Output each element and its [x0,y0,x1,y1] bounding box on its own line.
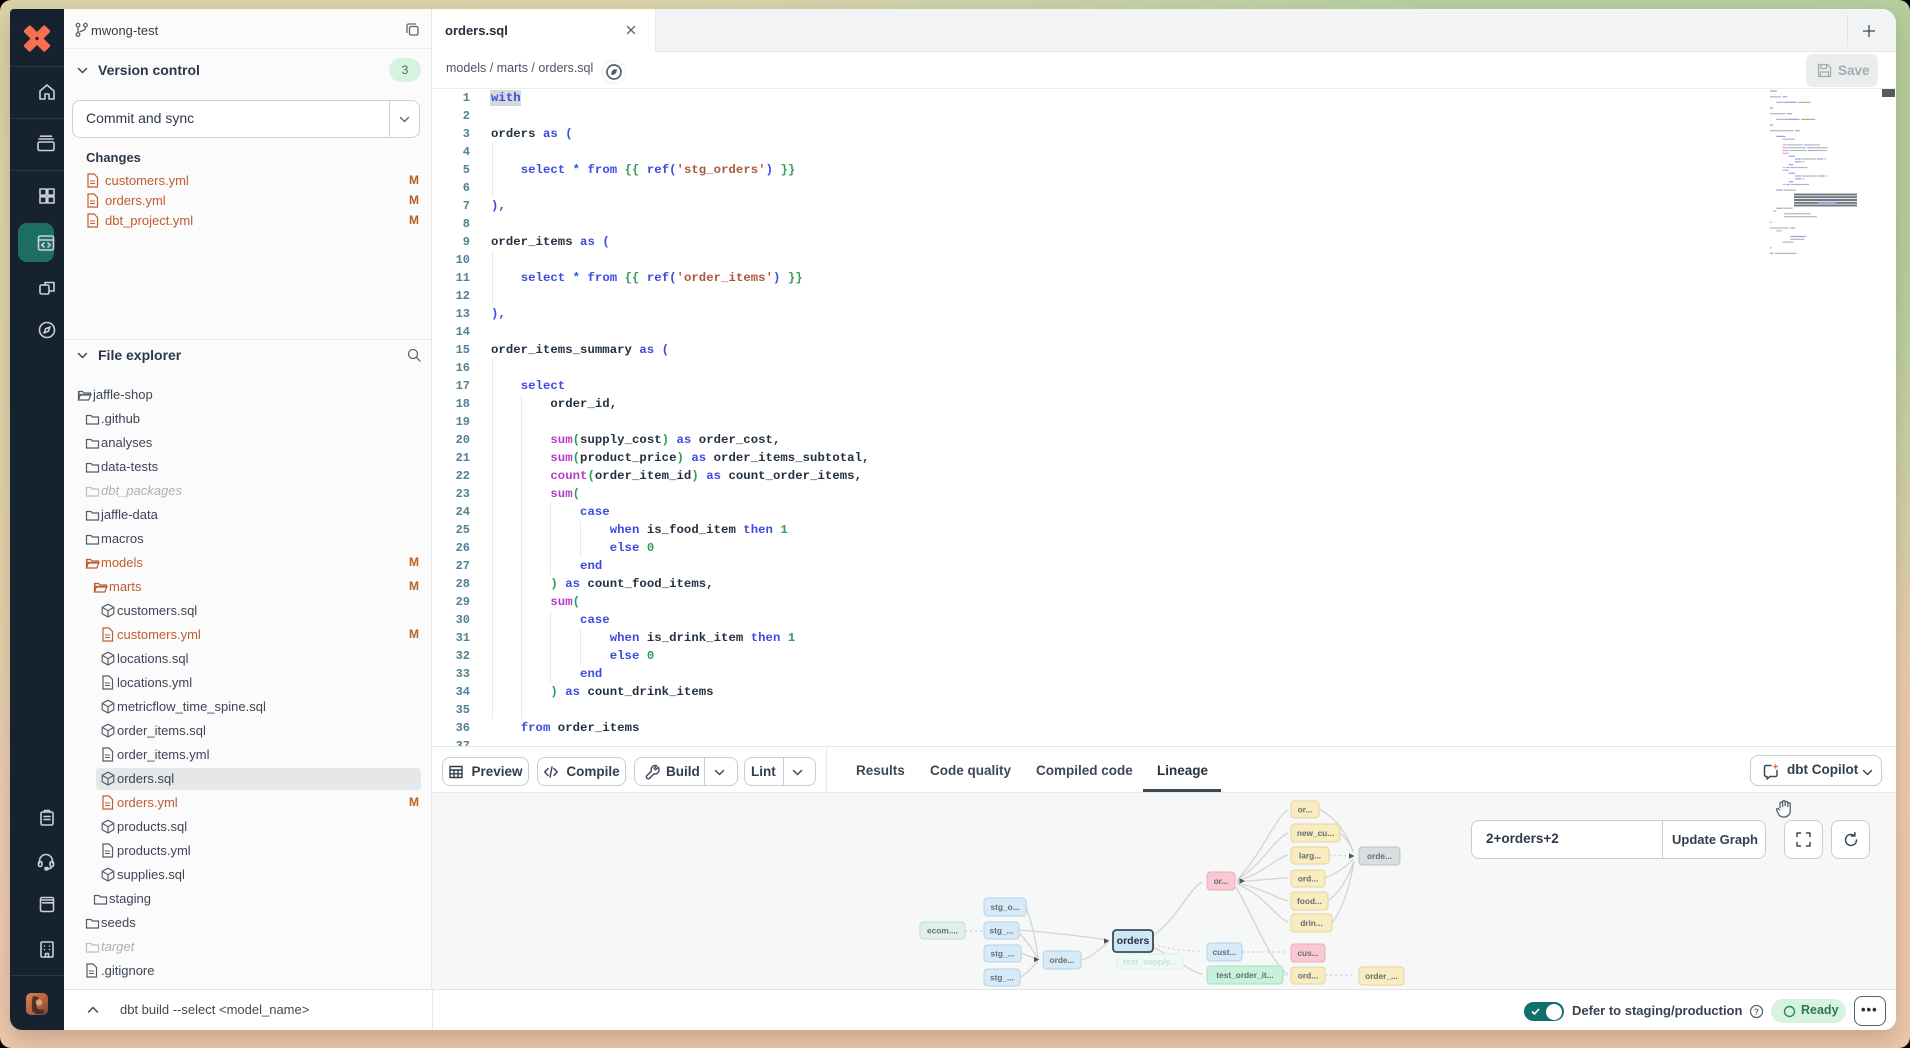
svg-text:order_...: order_... [1365,971,1398,981]
svg-text:stg_...: stg_... [991,949,1015,959]
svg-text:ecom....: ecom.... [927,926,958,936]
svg-text:new_cu...: new_cu... [1297,828,1334,838]
svg-text:stg_...: stg_... [990,973,1014,983]
svg-text:?: ? [1754,1006,1759,1016]
svg-text:or...: or... [1214,876,1229,886]
svg-text:cust...: cust... [1213,947,1237,957]
svg-text:orde...: orde... [1367,851,1392,861]
svg-text:test_supply...: test_supply... [1123,957,1177,967]
svg-text:drin...: drin... [1300,918,1323,928]
svg-text:orde...: orde... [1050,955,1075,965]
svg-text:orders: orders [1117,935,1150,947]
svg-text:food...: food... [1297,896,1322,906]
svg-text:test_order_it...: test_order_it... [1216,970,1273,980]
svg-text:larg...: larg... [1299,851,1321,861]
svg-text:ord...: ord... [1298,874,1318,884]
svg-text:stg_...: stg_... [990,926,1014,936]
svg-text:or...: or... [1298,805,1313,815]
svg-text:ord...: ord... [1298,971,1318,981]
svg-text:stg_o...: stg_o... [990,902,1019,912]
svg-text:cus...: cus... [1297,948,1318,958]
